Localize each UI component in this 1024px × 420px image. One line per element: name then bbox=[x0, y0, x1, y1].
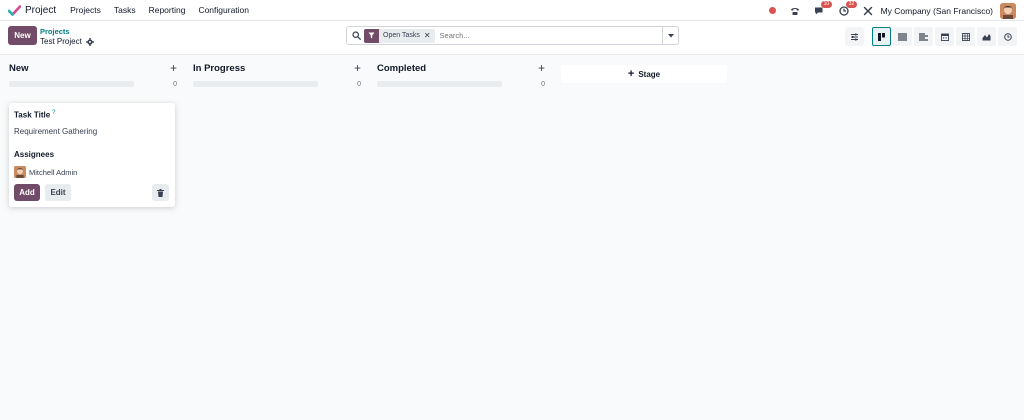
messages-button[interactable]: 10 bbox=[814, 0, 833, 16]
clock-icon bbox=[1003, 32, 1012, 41]
caret-down-icon bbox=[667, 33, 674, 37]
new-button[interactable]: New bbox=[8, 26, 37, 45]
avatar bbox=[14, 166, 26, 178]
add-button[interactable]: Add bbox=[14, 184, 40, 201]
help-tooltip-icon[interactable]: ? bbox=[52, 110, 55, 116]
menu-reporting[interactable]: Reporting bbox=[149, 5, 186, 15]
search-bar: Open Tasks ✕ bbox=[346, 26, 679, 45]
area-chart-icon bbox=[982, 33, 991, 40]
edit-button[interactable]: Edit bbox=[45, 184, 71, 201]
activity-view-button[interactable] bbox=[998, 27, 1017, 46]
user-avatar[interactable] bbox=[1000, 2, 1016, 19]
column-progress-bar[interactable] bbox=[193, 81, 318, 87]
column-count: 0 bbox=[173, 81, 177, 88]
task-title-input[interactable]: Requirement Gathering bbox=[14, 127, 97, 136]
assignee-tag[interactable]: Mitchell Admin bbox=[14, 166, 77, 178]
breadcrumb-current-label: Test Project bbox=[40, 37, 82, 46]
user-avatar-image bbox=[1000, 2, 1016, 19]
kanban-column: New + 0 bbox=[9, 61, 177, 88]
search-options-toggle[interactable] bbox=[662, 27, 678, 44]
graph-view-button[interactable] bbox=[977, 27, 996, 46]
calendar-view-button[interactable] bbox=[935, 27, 954, 46]
app-brand[interactable]: Project bbox=[8, 5, 56, 16]
activities-button[interactable]: 32 bbox=[838, 0, 858, 16]
list-view-button[interactable] bbox=[893, 27, 912, 46]
pivot-view-button[interactable] bbox=[956, 27, 975, 46]
table-grid-icon bbox=[961, 32, 970, 41]
column-count: 0 bbox=[357, 81, 361, 88]
phone-icon bbox=[790, 7, 799, 15]
app-name: Project bbox=[25, 4, 57, 16]
kanban-column: Completed + 0 bbox=[377, 61, 545, 88]
phone-button[interactable] bbox=[790, 6, 800, 16]
breadcrumb-current: Test Project bbox=[40, 37, 94, 46]
form-view-button[interactable] bbox=[914, 27, 933, 46]
project-logo-icon bbox=[8, 4, 21, 16]
company-switcher[interactable]: My Company (San Francisco) bbox=[881, 6, 993, 16]
column-progress-bar[interactable] bbox=[9, 81, 134, 87]
list-icon bbox=[898, 32, 907, 41]
recording-indicator[interactable] bbox=[768, 7, 776, 14]
column-title[interactable]: In Progress bbox=[193, 63, 245, 74]
kanban-view-button[interactable] bbox=[872, 27, 891, 46]
add-stage-label: Stage bbox=[638, 69, 661, 79]
systray: 10 32 My Company (San Francisco) bbox=[755, 0, 1016, 21]
column-title[interactable]: New bbox=[9, 63, 29, 74]
kanban-icon bbox=[877, 32, 885, 41]
top-navbar: Project Projects Tasks Reporting Configu… bbox=[0, 0, 1024, 21]
add-stage-button[interactable]: + Stage bbox=[561, 65, 727, 83]
column-progress-bar[interactable] bbox=[377, 81, 502, 87]
search-icon bbox=[352, 31, 361, 40]
menu-projects[interactable]: Projects bbox=[70, 5, 101, 15]
view-switcher bbox=[872, 27, 1019, 46]
activities-badge: 32 bbox=[845, 0, 858, 8]
column-quick-add-icon[interactable]: + bbox=[354, 61, 361, 75]
column-quick-add-icon[interactable]: + bbox=[170, 61, 177, 75]
search-facet: Open Tasks ✕ bbox=[364, 28, 435, 43]
gear-icon[interactable] bbox=[85, 37, 94, 46]
kanban-column: In Progress + 0 bbox=[193, 61, 361, 88]
menu-tasks[interactable]: Tasks bbox=[114, 5, 136, 15]
tools-icon bbox=[863, 6, 872, 15]
task-title-label-text: Task Title bbox=[14, 110, 51, 120]
assignee-avatar-image bbox=[14, 166, 26, 178]
column-quick-add-icon[interactable]: + bbox=[538, 61, 545, 75]
filter-icon bbox=[364, 28, 379, 43]
assignees-label: Assignees bbox=[14, 150, 55, 159]
quick-create-card: Task Title? Requirement Gathering Assign… bbox=[9, 103, 175, 207]
column-count: 0 bbox=[541, 81, 545, 88]
facet-label: Open Tasks bbox=[383, 32, 420, 39]
form-icon bbox=[919, 32, 928, 41]
control-panel: New Projects Test Project Open Tasks ✕ bbox=[0, 21, 1024, 55]
red-dot-icon bbox=[768, 7, 776, 14]
column-title[interactable]: Completed bbox=[377, 63, 426, 74]
search-input[interactable] bbox=[439, 31, 640, 40]
discard-button[interactable] bbox=[152, 184, 169, 201]
view-settings-button[interactable] bbox=[845, 27, 864, 46]
messages-badge: 10 bbox=[820, 0, 833, 8]
sliders-icon bbox=[851, 33, 858, 40]
task-title-label: Task Title? bbox=[14, 110, 56, 120]
facet-remove-icon[interactable]: ✕ bbox=[424, 31, 435, 40]
calendar-icon bbox=[940, 33, 949, 41]
plus-icon: + bbox=[627, 68, 635, 80]
menu-configuration[interactable]: Configuration bbox=[198, 5, 249, 15]
trash-icon bbox=[157, 188, 164, 197]
debug-tools-button[interactable] bbox=[863, 6, 873, 16]
assignee-name: Mitchell Admin bbox=[29, 167, 78, 177]
breadcrumb-projects[interactable]: Projects bbox=[40, 27, 70, 36]
main-menu: Projects Tasks Reporting Configuration bbox=[70, 5, 262, 15]
